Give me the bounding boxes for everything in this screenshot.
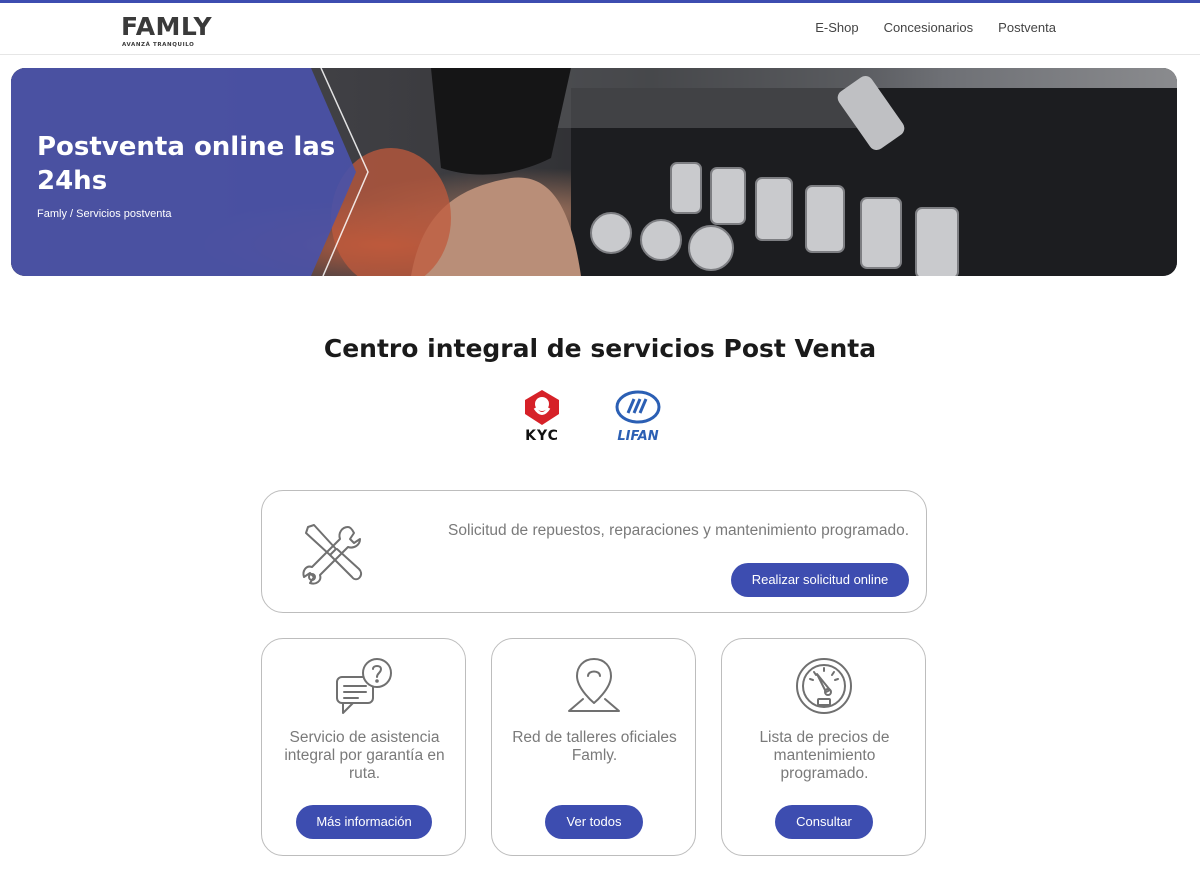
map-pin-icon <box>568 658 620 712</box>
asistencia-card: Servicio de asistencia integral por gara… <box>261 638 466 856</box>
gauge-icon <box>796 658 852 714</box>
tools-icon <box>302 524 363 585</box>
site-header: FAMLY AVANZÁ TRANQUILO E-Shop Concesiona… <box>0 3 1200 55</box>
kyc-logo: KYC <box>507 388 577 444</box>
lifan-logo: LIFAN <box>603 388 673 444</box>
nav-concesionarios[interactable]: Concesionarios <box>884 20 974 35</box>
hero-banner: Postventa online las 24hs Famly / Servic… <box>11 68 1177 276</box>
asistencia-text: Servicio de asistencia integral por gara… <box>284 729 445 782</box>
logo-wordmark: FAMLY <box>121 12 213 41</box>
talleres-card: Red de talleres oficiales Famly. Ver tod… <box>491 638 696 856</box>
nav-eshop[interactable]: E-Shop <box>815 20 858 35</box>
main-nav: E-Shop Concesionarios Postventa <box>815 20 1056 35</box>
chat-question-icon <box>336 658 392 714</box>
precios-card: Lista de precios de mantenimiento progra… <box>721 638 926 856</box>
breadcrumb[interactable]: Famly / Servicios postventa <box>37 208 172 220</box>
consultar-button[interactable]: Consultar <box>775 805 873 839</box>
mas-informacion-button[interactable]: Más información <box>296 805 432 839</box>
nav-postventa[interactable]: Postventa <box>998 20 1056 35</box>
famly-logo[interactable]: FAMLY AVANZÁ TRANQUILO <box>121 12 221 48</box>
logo-tagline: AVANZÁ TRANQUILO <box>122 42 195 48</box>
ver-todos-button[interactable]: Ver todos <box>545 805 643 839</box>
repuestos-text: Solicitud de repuestos, reparaciones y m… <box>448 522 909 539</box>
kyc-label: KYC <box>525 428 559 444</box>
precios-text: Lista de precios de mantenimiento progra… <box>759 729 890 782</box>
repuestos-card: Solicitud de repuestos, reparaciones y m… <box>261 490 927 613</box>
hero-title: Postventa online las 24hs <box>37 132 336 196</box>
section-title: Centro integral de servicios Post Venta <box>323 334 877 363</box>
talleres-text: Red de talleres oficiales Famly. <box>512 729 677 764</box>
brand-logos: KYC LIFAN <box>0 388 1200 448</box>
solicitud-online-button[interactable]: Realizar solicitud online <box>731 563 909 597</box>
lifan-label: LIFAN <box>617 429 659 444</box>
